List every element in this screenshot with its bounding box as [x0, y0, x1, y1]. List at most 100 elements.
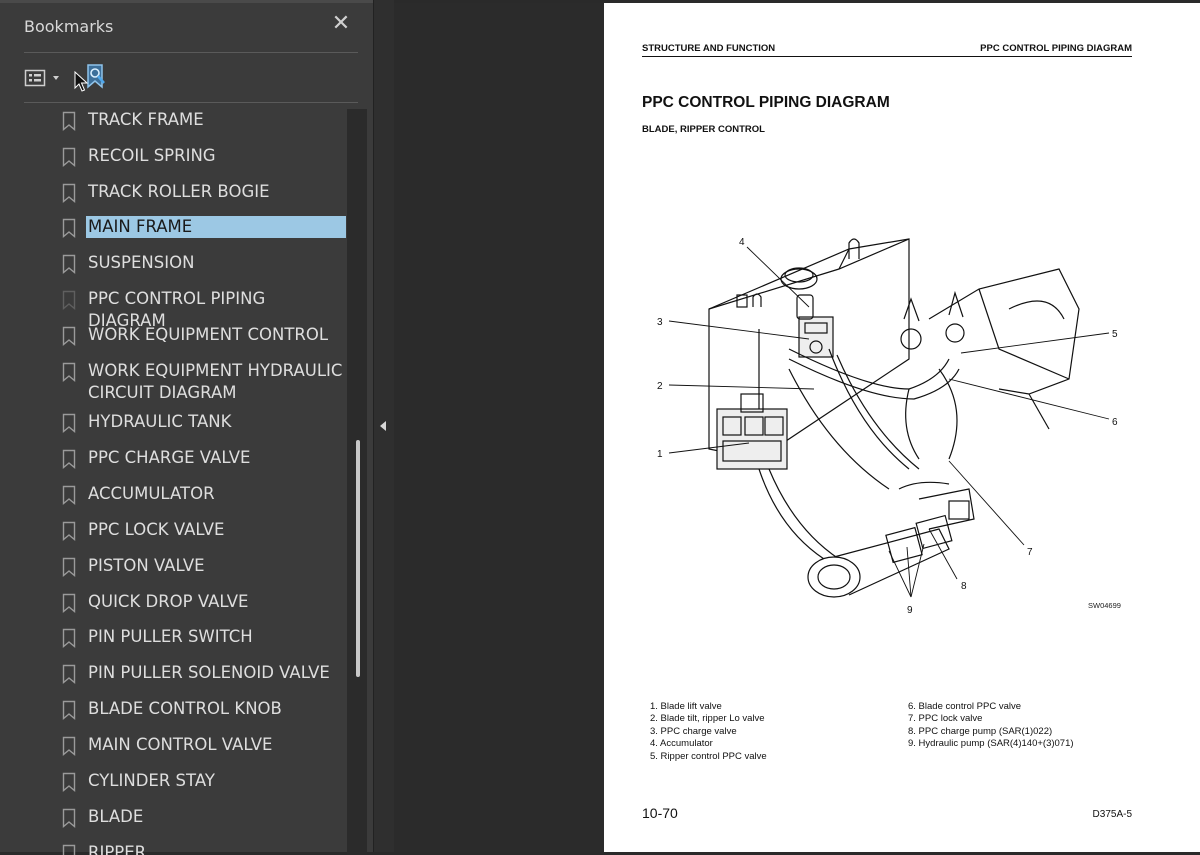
bookmark-icon	[62, 664, 76, 684]
bookmark-label: RIPPER	[88, 843, 147, 855]
bookmark-item[interactable]: WORK EQUIPMENT CONTROL	[62, 324, 346, 346]
bookmark-item[interactable]: MAIN CONTROL VALVE	[62, 734, 346, 756]
bookmark-icon	[62, 485, 76, 505]
legend-entry: 8. PPC charge pump (SAR(1)022)	[908, 725, 1053, 737]
bookmark-list: TRACK FRAME RECOIL SPRING TRACK ROLLER BOG…	[0, 103, 346, 855]
bookmark-label: RECOIL SPRING	[88, 146, 216, 165]
bookmark-icon	[62, 147, 76, 167]
bookmark-label: BLADE	[88, 807, 144, 826]
bookmark-icon	[62, 111, 76, 131]
bookmark-item[interactable]: PISTON VALVE	[62, 555, 346, 577]
legend-entry: 5. Ripper control PPC valve	[650, 750, 767, 762]
bookmark-label: PIN PULLER SOLENOID VALVE	[88, 663, 330, 682]
bookmark-label: MAIN CONTROL VALVE	[88, 735, 273, 754]
callout-2: 2	[657, 381, 663, 392]
bookmark-icon	[62, 449, 76, 469]
legend-left: 1. Blade lift valve 2. Blade tilt, ripper…	[650, 701, 767, 763]
bookmark-item[interactable]: PIN PULLER SWITCH	[62, 626, 346, 648]
bookmark-label: MAIN FRAME	[88, 217, 193, 236]
bookmark-icon	[62, 521, 76, 541]
piping-diagram-figure: 1 2 3 4 5 6 7 8 9	[657, 237, 1118, 616]
bookmark-item[interactable]: PPC CHARGE VALVE	[62, 447, 346, 469]
bookmark-label: TRACK ROLLER BOGIE	[88, 182, 270, 201]
bookmarks-panel: Bookmarks ✕ TRACK FRAME RECOIL SPRING TRAC…	[0, 0, 373, 855]
bookmark-icon	[62, 254, 76, 274]
bookmark-label: CYLINDER STAY	[88, 771, 215, 790]
bookmark-icon	[62, 218, 76, 238]
bookmark-label: WORK EQUIPMENT HYDRAULIC CIRCUIT DIAGRAM	[88, 361, 343, 402]
callout-1: 1	[657, 449, 663, 460]
bookmark-icon	[62, 593, 76, 613]
bookmark-item[interactable]: SUSPENSION	[62, 252, 346, 274]
header-rule	[642, 56, 1132, 57]
collapse-panel-arrow-icon[interactable]	[378, 418, 388, 434]
bookmark-icon	[62, 290, 76, 310]
bookmark-icon	[62, 772, 76, 792]
legend-right: 6. Blade control PPC valve 7. PPC lock va…	[908, 701, 1074, 751]
bookmark-item[interactable]: CYLINDER STAY	[62, 770, 346, 792]
legend-entry: 6. Blade control PPC valve	[908, 701, 1022, 712]
document-page: STRUCTURE AND FUNCTION PPC CONTROL PIPIN…	[604, 3, 1200, 852]
list-options-icon	[24, 69, 59, 87]
bookmark-item[interactable]: HYDRAULIC TANK	[62, 411, 346, 433]
callout-8: 8	[961, 581, 967, 592]
bookmark-label: QUICK DROP VALVE	[88, 592, 249, 611]
bookmark-item[interactable]: RIPPER	[62, 842, 346, 855]
bookmark-label: WORK EQUIPMENT CONTROL	[88, 325, 329, 344]
bookmark-item[interactable]: PIN PULLER SOLENOID VALVE	[62, 662, 346, 684]
bookmark-label: ACCUMULATOR	[88, 484, 215, 503]
legend-entry: 1. Blade lift valve	[650, 701, 722, 712]
bookmark-item[interactable]: WORK EQUIPMENT HYDRAULIC CIRCUIT DIAGRAM	[62, 360, 346, 404]
page-header-left: STRUCTURE AND FUNCTION	[642, 43, 776, 54]
bookmark-item[interactable]: BLADE CONTROL KNOB	[62, 698, 346, 720]
close-icon[interactable]: ✕	[330, 13, 352, 35]
callout-5: 5	[1112, 329, 1118, 340]
callout-4: 4	[739, 237, 745, 248]
mouse-cursor-icon	[74, 71, 88, 92]
bookmark-item[interactable]: MAIN FRAME	[62, 216, 346, 238]
bookmark-options-button[interactable]	[24, 65, 64, 91]
page-subtitle: BLADE, RIPPER CONTROL	[642, 124, 765, 135]
bookmark-label: PPC LOCK VALVE	[88, 520, 225, 539]
callout-9: 9	[907, 605, 913, 616]
page-number: 10-70	[642, 805, 678, 821]
legend-entry: 9. Hydraulic pump (SAR(4)140+(3)071)	[908, 738, 1074, 750]
bookmark-icon	[62, 808, 76, 828]
figure-code: SW04699	[1088, 601, 1121, 610]
bookmark-icon	[62, 183, 76, 203]
bookmark-item[interactable]: BLADE	[62, 806, 346, 828]
bookmark-icon	[62, 844, 76, 855]
bookmark-icon	[62, 362, 76, 382]
legend-entry: 3. PPC charge valve	[650, 725, 737, 737]
callout-6: 6	[1112, 417, 1118, 428]
bookmark-item[interactable]: ACCUMULATOR	[62, 483, 346, 505]
bookmark-item[interactable]: PPC LOCK VALVE	[62, 519, 346, 541]
bookmarks-title: Bookmarks	[24, 17, 114, 36]
bookmark-item[interactable]: QUICK DROP VALVE	[62, 591, 346, 613]
bookmark-icon	[62, 736, 76, 756]
scrollbar-thumb[interactable]	[356, 440, 360, 677]
bookmark-icon	[62, 326, 76, 346]
bookmark-icon	[62, 700, 76, 720]
bookmark-label: SUSPENSION	[88, 253, 195, 272]
bookmark-item[interactable]: TRACK ROLLER BOGIE	[62, 181, 346, 203]
bookmark-icon	[62, 557, 76, 577]
bookmark-icon	[62, 413, 76, 433]
divider	[24, 52, 358, 53]
page-title: PPC CONTROL PIPING DIAGRAM	[642, 94, 890, 111]
legend-entry: 7. PPC lock valve	[908, 713, 983, 725]
callout-3: 3	[657, 317, 663, 328]
bookmark-label: PPC CHARGE VALVE	[88, 448, 251, 467]
bookmark-item[interactable]: TRACK FRAME	[62, 109, 346, 131]
legend-entry: 4. Accumulator	[650, 738, 713, 750]
bookmark-item[interactable]: RECOIL SPRING	[62, 145, 346, 167]
bookmark-label: PISTON VALVE	[88, 556, 205, 575]
bookmark-label: BLADE CONTROL KNOB	[88, 699, 282, 718]
page-header-right: PPC CONTROL PIPING DIAGRAM	[980, 43, 1132, 54]
bookmark-label: TRACK FRAME	[88, 110, 204, 129]
model-number: D375A-5	[1092, 809, 1132, 820]
bookmark-label: PIN PULLER SWITCH	[88, 627, 253, 646]
bookmark-label: HYDRAULIC TANK	[88, 412, 232, 431]
legend-entry: 2. Blade tilt, ripper Lo valve	[650, 713, 765, 725]
callout-7: 7	[1027, 547, 1033, 558]
